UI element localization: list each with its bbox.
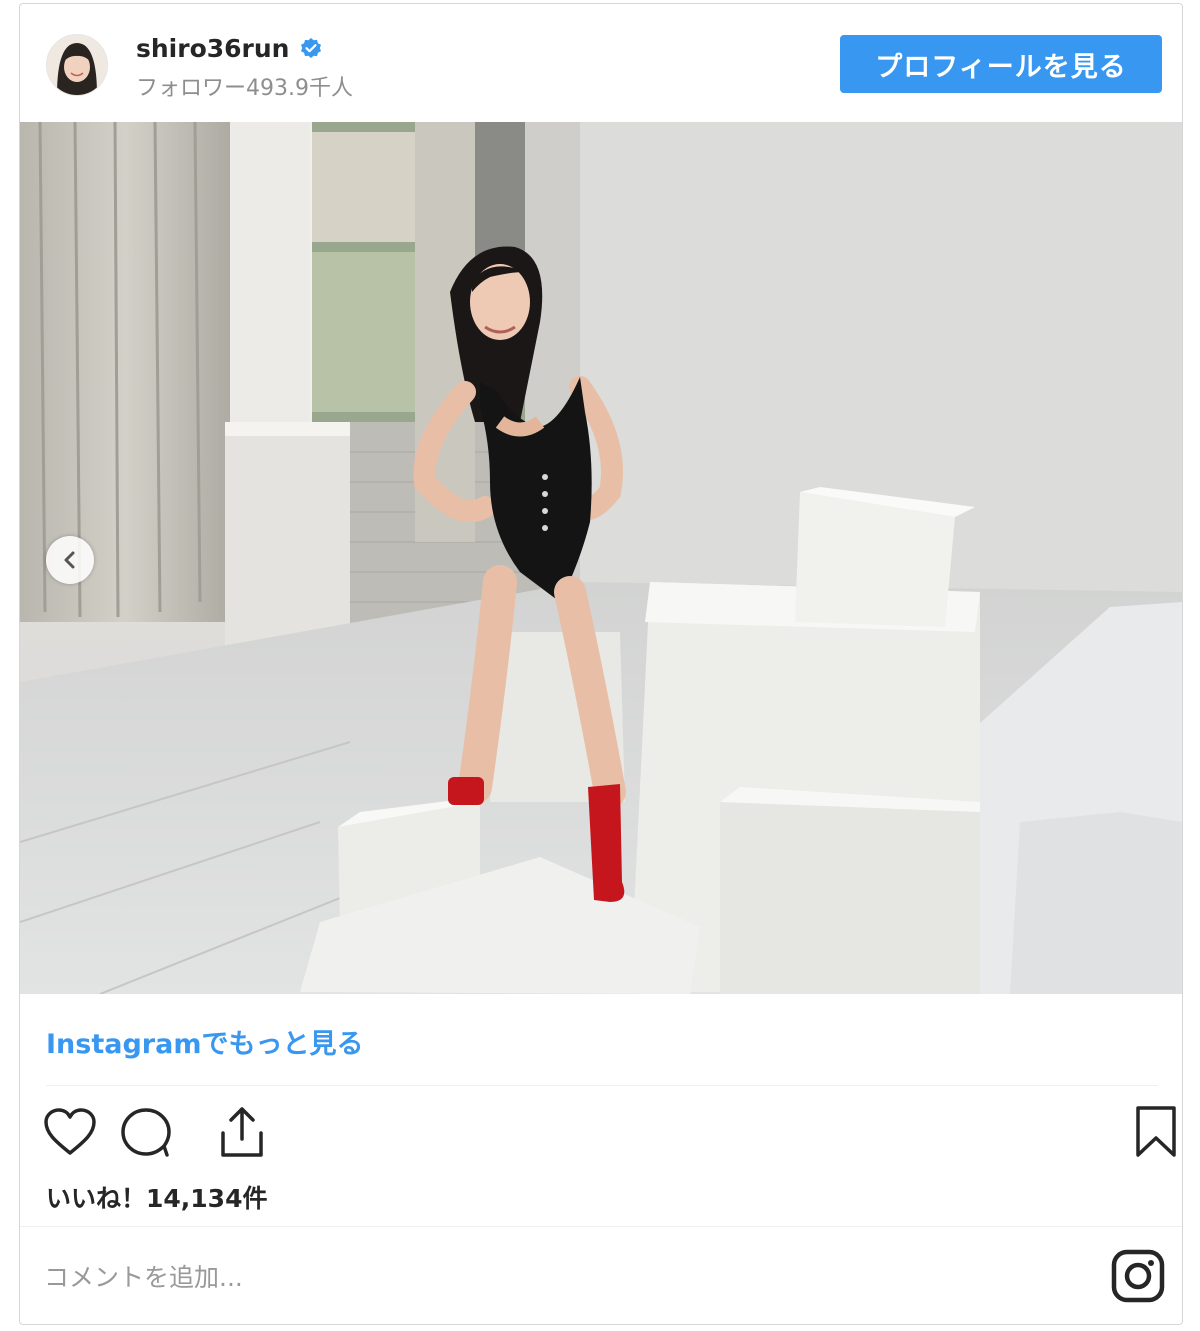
heart-icon (44, 1108, 96, 1155)
share-button[interactable] (214, 1104, 270, 1160)
comment-input[interactable] (42, 1254, 1046, 1300)
comment-button[interactable] (118, 1104, 174, 1160)
post-header: shiro36run フォロワー493.9千人 プロフィールを見る (20, 4, 1182, 122)
chevron-left-icon (64, 551, 75, 569)
avatar-image (47, 35, 107, 95)
likes-count: いいね！14,134件 (46, 1184, 268, 1213)
view-more-on-instagram-link[interactable]: Instagramでもっと見る (46, 1022, 363, 1061)
save-button[interactable] (1128, 1104, 1184, 1160)
followers-count: フォロワー493.9千人 (136, 76, 353, 101)
share-icon (221, 1107, 263, 1157)
divider (20, 1226, 1182, 1227)
comment-bubble-icon (121, 1108, 171, 1157)
username[interactable]: shiro36run (136, 34, 289, 63)
instagram-embed-card: shiro36run フォロワー493.9千人 プロフィールを見る Instag… (19, 3, 1183, 1325)
verified-badge-icon (301, 37, 322, 58)
post-photo-image (20, 122, 1182, 994)
like-button[interactable] (42, 1104, 98, 1160)
instagram-logo-icon[interactable] (1110, 1248, 1166, 1304)
divider (46, 1085, 1158, 1086)
post-photo[interactable] (20, 122, 1182, 994)
action-bar (42, 1104, 1176, 1164)
username-row: shiro36run (136, 34, 323, 63)
bookmark-icon (1136, 1106, 1176, 1157)
view-profile-button[interactable]: プロフィールを見る (840, 35, 1162, 93)
carousel-prev-button[interactable] (46, 536, 94, 584)
avatar[interactable] (46, 34, 108, 96)
